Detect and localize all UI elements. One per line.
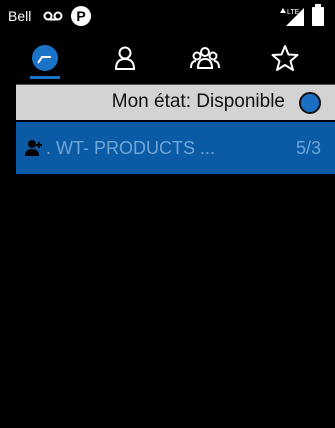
parking-icon: P xyxy=(71,6,91,26)
group-icon xyxy=(190,47,220,69)
availability-status-row[interactable]: Mon état: Disponible xyxy=(16,84,335,120)
svg-text:P: P xyxy=(76,8,85,24)
battery-icon xyxy=(312,4,324,26)
list-item[interactable]: . WT- PRODUCTS ... 5/3 xyxy=(16,122,335,174)
selected-tab-indicator xyxy=(30,76,60,79)
availability-indicator xyxy=(299,92,321,114)
recent-calls-icon xyxy=(32,45,58,71)
contact-icon xyxy=(114,46,136,70)
left-edge xyxy=(0,84,16,428)
status-bar: Bell P LTE xyxy=(0,0,335,32)
tab-favorites[interactable] xyxy=(255,32,315,84)
group-member-count: 5/3 xyxy=(295,138,321,158)
carrier-label: Bell xyxy=(8,8,32,24)
group-user-icon xyxy=(25,140,42,156)
availability-label: Mon état: Disponible xyxy=(111,91,285,112)
group-name: . WT- PRODUCTS ... xyxy=(46,138,215,158)
lte-signal-icon: LTE xyxy=(280,8,304,26)
voicemail-icon xyxy=(43,11,63,21)
lte-label: LTE xyxy=(287,9,300,16)
tab-contacts[interactable] xyxy=(95,32,155,84)
star-icon xyxy=(271,45,299,71)
tab-groups[interactable] xyxy=(175,32,235,84)
